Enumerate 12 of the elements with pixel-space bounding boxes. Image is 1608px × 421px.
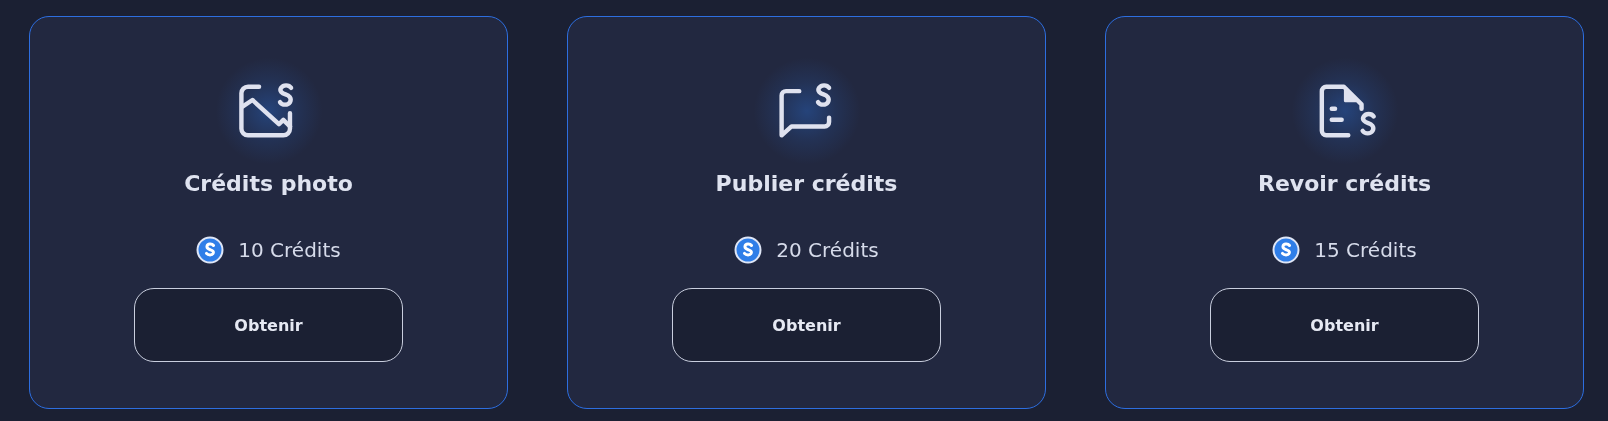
credit-price: 20 Crédits	[776, 238, 879, 262]
card-title: Revoir crédits	[1257, 171, 1432, 196]
obtain-button[interactable]: Obtenir	[1210, 288, 1479, 362]
obtain-button[interactable]: Obtenir	[672, 288, 941, 362]
obtain-button[interactable]: Obtenir	[134, 288, 403, 362]
card-title: Crédits photo	[184, 171, 353, 196]
coin-icon	[1272, 236, 1301, 264]
credit-price: 15 Crédits	[1314, 238, 1417, 262]
coin-icon	[734, 236, 763, 264]
coin-icon	[196, 236, 225, 264]
credit-price: 10 Crédits	[238, 238, 341, 262]
card-title: Publier crédits	[715, 171, 898, 196]
